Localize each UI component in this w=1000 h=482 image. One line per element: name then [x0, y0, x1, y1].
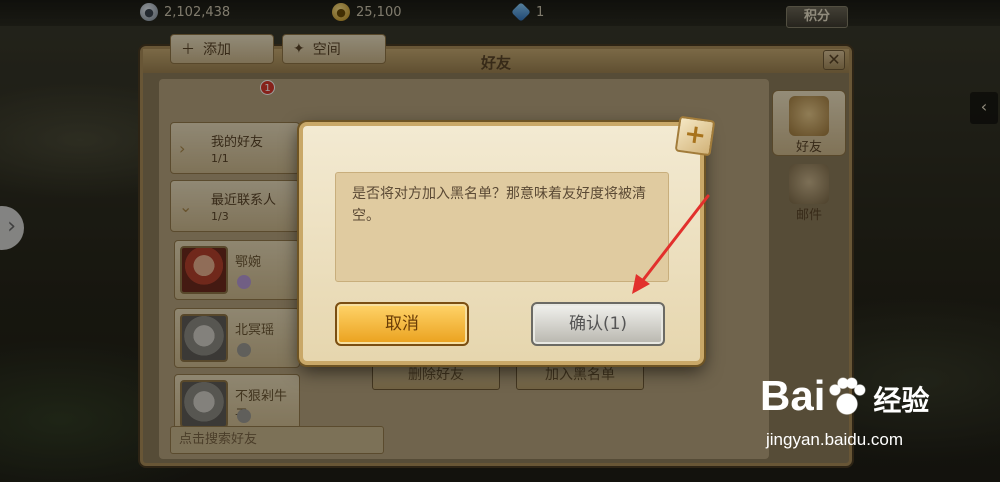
confirm-button[interactable]: 确认(1): [531, 302, 665, 346]
dialog-message: 是否将对方加入黑名单？那意味着友好度将被清空。: [335, 172, 669, 282]
close-icon: +: [682, 118, 709, 152]
baidu-logo: Bai 经验: [760, 372, 929, 420]
brand-right: 经验: [873, 384, 930, 417]
watermark-url: jingyan.baidu.com: [766, 430, 904, 449]
paw-icon: [827, 376, 868, 416]
baidu-watermark: Bai 经验 jingyan.baidu.com: [760, 372, 980, 462]
blacklist-confirm-dialog: 是否将对方加入黑名单？那意味着友好度将被清空。 + 取消 确认(1): [299, 115, 716, 365]
dialog-close-button[interactable]: +: [674, 115, 716, 157]
cancel-button[interactable]: 取消: [335, 302, 469, 346]
brand-left: Bai: [760, 372, 826, 419]
